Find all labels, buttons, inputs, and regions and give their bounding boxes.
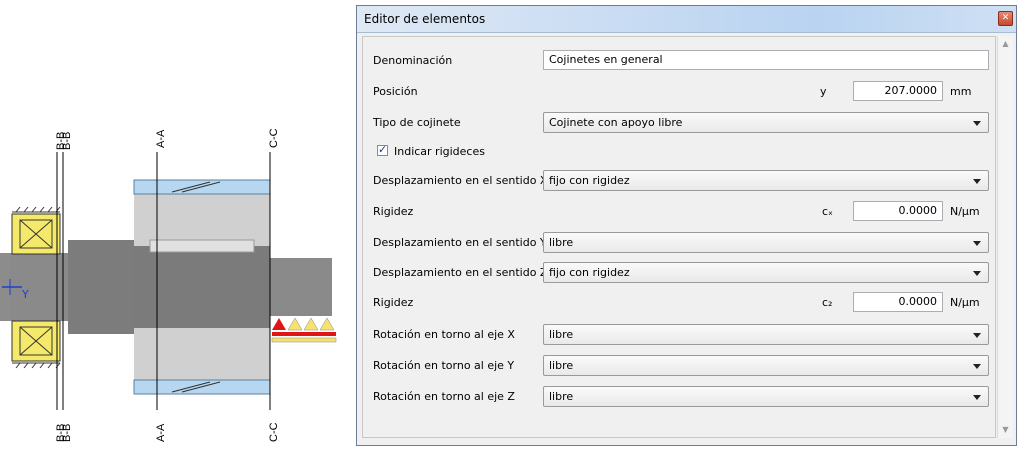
denominacion-input[interactable]: Cojinetes en general <box>543 50 989 70</box>
shaft-drawing-svg <box>0 152 337 410</box>
section-label-a-bottom: A-A <box>155 423 167 442</box>
label-desplazamiento-x: Desplazamiento en el sentido X <box>373 174 548 187</box>
row-rigidez-z: Rigidez c₂ 0.0000 N/µm <box>363 289 997 317</box>
tipo-cojinete-value: Cojinete con apoyo libre <box>549 116 683 129</box>
section-label-a-top: A-A <box>155 129 167 148</box>
rotacion-y-select[interactable]: libre <box>543 355 989 376</box>
row-rotacion-y: Rotación en torno al eje Y libre <box>363 352 997 380</box>
desplazamiento-y-select[interactable]: libre <box>543 232 989 253</box>
support-triangle-red <box>272 318 286 330</box>
label-rigidez-z: Rigidez <box>373 296 414 309</box>
row-desplazamiento-y: Desplazamiento en el sentido Y libre <box>363 229 997 257</box>
window-title: Editor de elementos <box>364 12 486 26</box>
chevron-down-icon <box>973 271 981 276</box>
row-indicar-rigideces: ✓ Indicar rigideces <box>363 138 997 166</box>
label-indicar-rigideces: Indicar rigideces <box>394 145 485 158</box>
label-posicion: Posición <box>373 85 418 98</box>
label-rigidez-x: Rigidez <box>373 205 414 218</box>
row-desplazamiento-x: Desplazamiento en el sentido X fijo con … <box>363 167 997 195</box>
unit-n-um: N/µm <box>950 205 980 218</box>
desplazamiento-z-value: fijo con rigidez <box>549 266 630 279</box>
shaft-drawing: B-B B-B A-A C-C B-B B-B A-A C-C Y <box>0 0 350 448</box>
desplazamiento-y-value: libre <box>549 236 574 249</box>
tipo-cojinete-select[interactable]: Cojinete con apoyo libre <box>543 112 989 133</box>
posicion-input[interactable]: 207.0000 <box>853 81 943 101</box>
chevron-down-icon <box>973 241 981 246</box>
label-desplazamiento-z: Desplazamiento en el sentido Z <box>373 266 548 279</box>
desplazamiento-x-value: fijo con rigidez <box>549 174 630 187</box>
row-desplazamiento-z: Desplazamiento en el sentido Z fijo con … <box>363 259 997 287</box>
rotacion-z-select[interactable]: libre <box>543 386 989 407</box>
label-tipo-cojinete: Tipo de cojinete <box>373 116 461 129</box>
unit-mm: mm <box>950 85 972 98</box>
shaft-segment-middle <box>68 240 134 334</box>
row-posicion: Posición y 207.0000 mm <box>363 78 997 106</box>
label-denominacion: Denominación <box>373 54 453 67</box>
rotacion-x-value: libre <box>549 328 574 341</box>
rigidez-x-input[interactable]: 0.0000 <box>853 201 943 221</box>
rotacion-y-value: libre <box>549 359 574 372</box>
row-tipo-cojinete: Tipo de cojinete Cojinete con apoyo libr… <box>363 109 997 137</box>
row-denominacion: Denominación Cojinetes en general <box>363 47 997 75</box>
chevron-down-icon <box>973 121 981 126</box>
section-label-b-bottom-2: B-B <box>61 423 73 442</box>
section-label-b-top-2: B-B <box>61 131 73 150</box>
section-label-c-top: C-C <box>268 128 280 148</box>
label-desplazamiento-y: Desplazamiento en el sentido Y <box>373 236 547 249</box>
label-rotacion-x: Rotación en torno al eje X <box>373 328 515 341</box>
row-rotacion-x: Rotación en torno al eje X libre <box>363 321 997 349</box>
desplazamiento-x-select[interactable]: fijo con rigidez <box>543 170 989 191</box>
keyway <box>149 239 255 253</box>
symbol-y: y <box>820 85 827 98</box>
chevron-down-icon <box>973 333 981 338</box>
rigidez-z-input[interactable]: 0.0000 <box>853 292 943 312</box>
chevron-down-icon <box>973 179 981 184</box>
close-icon[interactable]: ✕ <box>998 11 1013 26</box>
element-editor-window: Editor de elementos ✕ Denominación Cojin… <box>356 5 1017 446</box>
scroll-up-icon[interactable]: ▲ <box>998 36 1013 52</box>
desplazamiento-z-select[interactable]: fijo con rigidez <box>543 262 989 283</box>
unit-n-um: N/µm <box>950 296 980 309</box>
symbol-cx: cₓ <box>822 205 833 218</box>
rotacion-x-select[interactable]: libre <box>543 324 989 345</box>
row-rotacion-z: Rotación en torno al eje Z libre <box>363 383 997 411</box>
rotacion-z-value: libre <box>549 390 574 403</box>
axis-label-y: Y <box>22 288 29 301</box>
shaft-core <box>134 246 270 328</box>
chevron-down-icon <box>973 395 981 400</box>
scroll-down-icon[interactable]: ▼ <box>998 422 1013 438</box>
row-rigidez-x: Rigidez cₓ 0.0000 N/µm <box>363 198 997 226</box>
vertical-scrollbar[interactable]: ▲ ▼ <box>997 36 1013 438</box>
section-label-c-bottom: C-C <box>268 422 280 442</box>
editor-content: Denominación Cojinetes en general Posici… <box>362 36 996 438</box>
title-bar[interactable]: Editor de elementos ✕ <box>357 6 1016 33</box>
symbol-cz: c₂ <box>822 296 833 309</box>
check-icon: ✓ <box>378 143 388 156</box>
shaft-segment-right <box>270 258 332 316</box>
chevron-down-icon <box>973 364 981 369</box>
label-rotacion-z: Rotación en torno al eje Z <box>373 390 515 403</box>
indicar-rigideces-checkbox[interactable]: ✓ <box>377 143 388 156</box>
label-rotacion-y: Rotación en torno al eje Y <box>373 359 515 372</box>
